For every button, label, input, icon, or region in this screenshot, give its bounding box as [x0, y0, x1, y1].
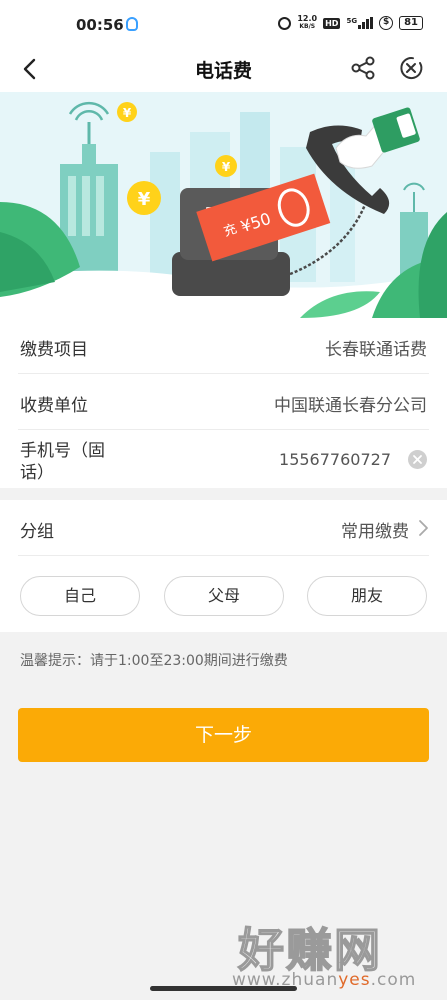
watermark-logo: 好赚网 www.zhuanyes.com — [232, 914, 432, 994]
signal-icon: 5G — [346, 17, 374, 29]
group-label: 分组 — [20, 522, 54, 542]
close-icon[interactable] — [396, 53, 426, 83]
phone-label: 手机号（固话） — [20, 441, 105, 483]
coin-symbol: ¥ — [222, 160, 231, 174]
speed-unit: KB/S — [299, 23, 316, 30]
phone-input[interactable]: 15567760727 — [279, 450, 391, 469]
home-indicator[interactable] — [150, 986, 297, 991]
battery-icon: 81 — [399, 16, 423, 30]
payee-label: 收费单位 — [20, 396, 88, 416]
dollar-icon: $ — [379, 16, 394, 30]
payment-item-value: 长春联通话费 — [325, 340, 427, 360]
hd-badge: HD — [323, 17, 341, 29]
banner: ¥ ¥ ¥ 充 ¥50 — [0, 92, 447, 318]
chevron-right-icon — [419, 520, 428, 536]
status-time: 00:56 — [76, 16, 124, 34]
banner-illustration: ¥ ¥ ¥ 充 ¥50 — [0, 101, 447, 318]
clear-icon[interactable] — [408, 450, 427, 469]
speed-value: 12.0 — [297, 14, 318, 23]
group-value: 常用缴费 — [341, 522, 409, 542]
page-title: 电话费 — [194, 60, 252, 82]
group-option-parents[interactable]: 父母 — [164, 576, 284, 616]
next-step-button[interactable]: 下一步 — [18, 708, 429, 762]
payee-value: 中国联通长春分公司 — [274, 396, 427, 416]
network-type: 5G — [346, 17, 358, 25]
group-option-friends[interactable]: 朋友 — [307, 576, 427, 616]
payee-row: 收费单位 中国联通长春分公司 — [18, 374, 429, 430]
status-bar: 00:56 12.0 KB/S HD 5G $ 81 — [0, 0, 447, 46]
coin-symbol: ¥ — [138, 189, 151, 210]
status-icons: 12.0 KB/S HD 5G $ 81 — [278, 15, 423, 31]
coin-symbol: ¥ — [123, 106, 132, 120]
payment-info-card: 缴费项目 长春联通话费 收费单位 中国联通长春分公司 手机号（固话） 15567… — [0, 318, 447, 488]
payment-item-row: 缴费项目 长春联通话费 — [18, 318, 429, 374]
group-row[interactable]: 分组 常用缴费 — [18, 500, 429, 556]
payment-tip: 温馨提示：请于1:00至23:00期间进行缴费 — [20, 653, 288, 669]
network-speed: 12.0 KB/S — [297, 15, 317, 31]
alarm-icon — [278, 16, 292, 30]
group-option-self[interactable]: 自己 — [20, 576, 140, 616]
payment-item-label: 缴费项目 — [20, 340, 88, 360]
qq-icon — [126, 17, 138, 31]
phone-row[interactable]: 手机号（固话） 15567760727 — [18, 430, 429, 488]
nav-bar: 电话费 — [0, 46, 447, 92]
share-icon[interactable] — [348, 53, 378, 83]
